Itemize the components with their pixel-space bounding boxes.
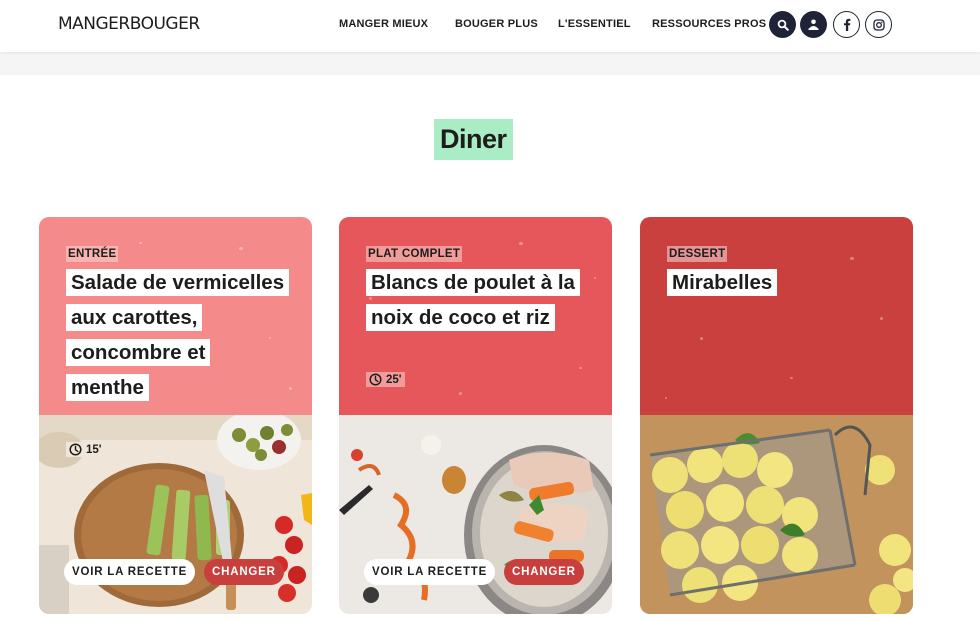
- instagram-button[interactable]: [865, 11, 892, 38]
- voir-la-recette-button[interactable]: VOIR LA RECETTE: [364, 559, 496, 585]
- user-icon: [808, 19, 819, 30]
- account-button[interactable]: [800, 11, 827, 38]
- recipe-title[interactable]: Blancs de poulet à la noix de coco et ri…: [366, 265, 586, 335]
- nav-l-essentiel[interactable]: L'ESSENTIEL: [558, 18, 631, 30]
- prep-time: 15': [66, 442, 105, 457]
- recipe-title[interactable]: Salade de vermicelles aux carottes, conc…: [66, 265, 290, 405]
- nav-bouger-plus[interactable]: BOUGER PLUS: [455, 18, 538, 30]
- mirabelle-plums-basket-photo: [640, 415, 913, 614]
- voir-la-recette-button[interactable]: VOIR LA RECETTE: [64, 559, 196, 585]
- instagram-icon: [872, 18, 885, 31]
- category-label: PLAT COMPLET: [366, 246, 463, 262]
- section-title: Diner: [434, 119, 513, 160]
- recipe-card-dessert: DESSERT Mirabelles: [640, 217, 913, 614]
- facebook-button[interactable]: [833, 11, 860, 38]
- changer-button[interactable]: CHANGER: [504, 559, 584, 585]
- recipe-card-entree: ENTRÉE Salade de vermicelles aux carotte…: [39, 217, 312, 614]
- search-icon: [777, 19, 789, 31]
- nav-ressources-pros[interactable]: RESSOURCES PROS: [652, 18, 766, 30]
- search-button[interactable]: [769, 11, 796, 38]
- changer-button[interactable]: CHANGER: [204, 559, 284, 585]
- recipe-card-plat-complet: PLAT COMPLET Blancs de poulet à la noix …: [339, 217, 612, 614]
- facebook-icon: [843, 18, 850, 31]
- header-separator-band: [0, 52, 980, 75]
- recipe-title[interactable]: Mirabelles: [667, 265, 887, 300]
- category-label: DESSERT: [667, 246, 728, 262]
- site-header: MANGERBOUGER MANGER MIEUX BOUGER PLUS L'…: [0, 0, 980, 52]
- clock-icon: [69, 443, 82, 456]
- prep-time: 25': [366, 372, 405, 387]
- prep-time-value: 15': [86, 443, 102, 456]
- prep-time-value: 25': [386, 373, 402, 386]
- clock-icon: [369, 373, 382, 386]
- category-label: ENTRÉE: [66, 246, 119, 262]
- nav-manger-mieux[interactable]: MANGER MIEUX: [339, 18, 428, 30]
- site-logo[interactable]: MANGERBOUGER: [58, 14, 200, 34]
